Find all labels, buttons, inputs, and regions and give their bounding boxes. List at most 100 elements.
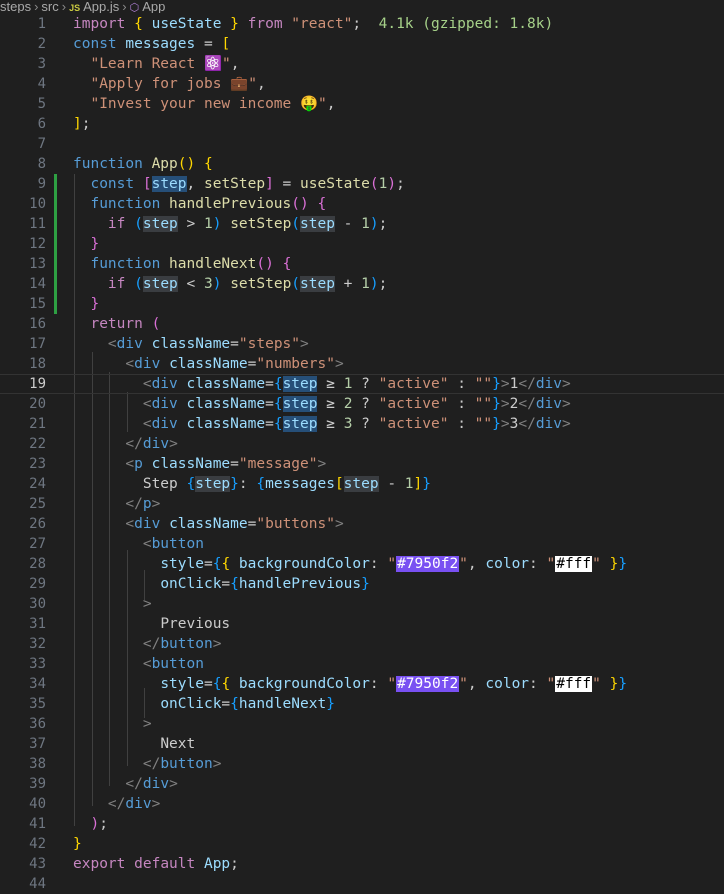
code-line[interactable]: 40 </div> [0, 794, 724, 814]
code-line[interactable]: 8 function App() { [0, 154, 724, 174]
line-number: 32 [29, 636, 46, 652]
line-number: 23 [29, 456, 46, 472]
code-line[interactable]: 9 const [step, setStep] = useState(1); [0, 174, 724, 194]
code-line[interactable]: 5 "Invest your new income 🤑", [0, 94, 724, 114]
code-line[interactable]: 14 if (step < 3) setStep(step + 1); [0, 274, 724, 294]
line-number: 3 [37, 56, 46, 72]
chevron-right-icon: › [34, 0, 39, 13]
code-line[interactable]: 26 <div className="buttons"> [0, 514, 724, 534]
line-number: 38 [29, 756, 46, 772]
code-line[interactable]: 31 Previous [0, 614, 724, 634]
line-number: 4 [37, 76, 46, 92]
code-line[interactable]: 4 "Apply for jobs 💼", [0, 74, 724, 94]
code-line[interactable]: 1 import { useState } from "react"; 4.1k … [0, 14, 724, 34]
code-line[interactable]: 11 if (step > 1) setStep(step - 1); [0, 214, 724, 234]
code-line[interactable]: 22 </div> [0, 434, 724, 454]
line-number: 14 [29, 276, 46, 292]
code-line[interactable]: 21 <div className={step ≥ 3 ? "active" :… [0, 414, 724, 434]
line-number: 37 [29, 736, 46, 752]
code-line[interactable]: 29 onClick={handlePrevious} [0, 574, 724, 594]
color-swatch-white[interactable]: #fff [555, 676, 593, 692]
code-line[interactable]: 18 <div className="numbers"> [0, 354, 724, 374]
git-modified-indicator[interactable] [54, 254, 57, 274]
line-number: 26 [29, 516, 46, 532]
color-swatch-purple[interactable]: #7950f2 [396, 676, 460, 692]
line-number: 22 [29, 436, 46, 452]
code-line[interactable]: 24 Step {step}: {messages[step - 1]} [0, 474, 724, 494]
code-line[interactable]: 32 </button> [0, 634, 724, 654]
line-number: 17 [29, 336, 46, 352]
line-number: 11 [29, 216, 46, 232]
line-number: 15 [29, 296, 46, 312]
line-number: 21 [29, 416, 46, 432]
code-editor[interactable]: 1 import { useState } from "react"; 4.1k … [0, 14, 724, 892]
line-number: 20 [29, 396, 46, 412]
line-number: 33 [29, 656, 46, 672]
line-number: 35 [29, 696, 46, 712]
code-line[interactable]: 33 <button [0, 654, 724, 674]
code-line[interactable]: 43 export default App; [0, 854, 724, 874]
code-line[interactable]: 42} [0, 834, 724, 854]
line-number: 10 [29, 196, 46, 212]
code-line[interactable]: 7 [0, 134, 724, 154]
git-modified-indicator[interactable] [54, 194, 57, 214]
code-line[interactable]: 38 </button> [0, 754, 724, 774]
breadcrumb-item-folder-src[interactable]: src [41, 0, 58, 13]
line-number: 39 [29, 776, 46, 792]
line-number: 36 [29, 716, 46, 732]
code-line[interactable]: 34 style={{ backgroundColor: "#7950f2", … [0, 674, 724, 694]
color-swatch-white[interactable]: #fff [555, 556, 593, 572]
git-modified-indicator[interactable] [54, 274, 57, 294]
line-number: 44 [29, 876, 46, 892]
color-swatch-purple[interactable]: #7950f2 [396, 556, 460, 572]
line-number: 27 [29, 536, 46, 552]
code-line[interactable]: 12 } [0, 234, 724, 254]
code-line[interactable]: 16 return ( [0, 314, 724, 334]
chevron-right-icon: › [61, 0, 67, 13]
code-line[interactable]: 30 > [0, 594, 724, 614]
chevron-right-icon: › [122, 0, 127, 13]
line-number: 41 [29, 816, 46, 832]
code-line-current[interactable]: 19 <div className={step ≥ 1 ? "active" :… [0, 374, 724, 394]
breadcrumb: steps › src › JS App.js › ⬡ App [0, 0, 724, 13]
code-line[interactable]: 44 [0, 874, 724, 894]
breadcrumb-item-symbol[interactable]: ⬡ App [130, 0, 166, 13]
code-line[interactable]: 36 > [0, 714, 724, 734]
code-line[interactable]: 23 <p className="message"> [0, 454, 724, 474]
line-number: 28 [29, 556, 46, 572]
code-line[interactable]: 6]; [0, 114, 724, 134]
code-line[interactable]: 2 const messages = [ [0, 34, 724, 54]
breadcrumb-item-file[interactable]: JS App.js [69, 0, 119, 13]
line-number: 25 [29, 496, 46, 512]
code-line[interactable]: 3 "Learn React ⚛️", [0, 54, 724, 74]
code-line[interactable]: 13 function handleNext() { [0, 254, 724, 274]
git-modified-indicator[interactable] [54, 174, 57, 194]
line-number: 34 [29, 676, 46, 692]
code-line[interactable]: 39 </div> [0, 774, 724, 794]
code-line[interactable]: 15 } [0, 294, 724, 314]
line-number: 18 [29, 356, 46, 372]
code-line[interactable]: 17 <div className="steps"> [0, 334, 724, 354]
code-line[interactable]: 41 ); [0, 814, 724, 834]
code-line[interactable]: 28 style={{ backgroundColor: "#7950f2", … [0, 554, 724, 574]
breadcrumb-item-folder-steps[interactable]: steps [0, 0, 31, 13]
line-number: 9 [37, 176, 46, 192]
line-number: 12 [29, 236, 46, 252]
line-number: 5 [37, 96, 46, 112]
git-modified-indicator[interactable] [54, 214, 57, 234]
line-number: 30 [29, 596, 46, 612]
code-line[interactable]: 35 onClick={handleNext} [0, 694, 724, 714]
line-number: 7 [37, 136, 46, 152]
git-modified-indicator[interactable] [54, 294, 57, 314]
line-number: 19 [29, 376, 46, 392]
git-modified-indicator[interactable] [54, 234, 57, 254]
code-line[interactable]: 37 Next [0, 734, 724, 754]
line-number: 1 [37, 16, 46, 32]
line-number: 43 [29, 856, 46, 872]
code-line[interactable]: 20 <div className={step ≥ 2 ? "active" :… [0, 394, 724, 414]
code-line[interactable]: 25 </p> [0, 494, 724, 514]
code-line[interactable]: 10 function handlePrevious() { [0, 194, 724, 214]
line-number: 29 [29, 576, 46, 592]
line-number: 42 [29, 836, 46, 852]
code-line[interactable]: 27 <button [0, 534, 724, 554]
